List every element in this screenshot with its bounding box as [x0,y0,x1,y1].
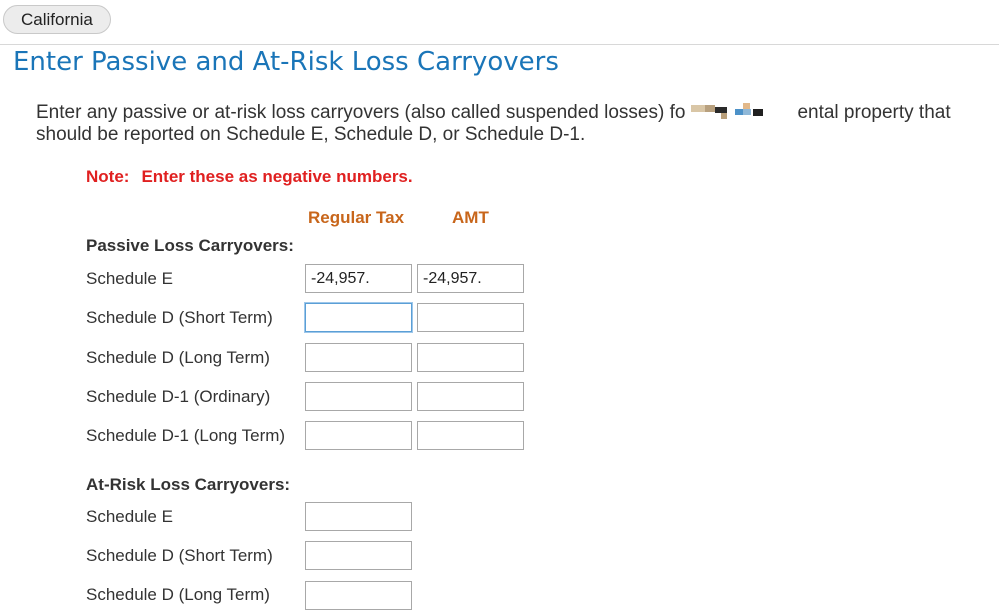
instructions-line-1-end: ental property that [797,102,951,123]
negative-numbers-note: Note: Enter these as negative numbers. [86,167,413,187]
note-text: Enter these as negative numbers. [141,167,413,186]
instructions-line-1-start: Enter any passive or at-risk loss carryo… [36,102,686,123]
passive-schedule-d1-long-regular-input[interactable] [305,421,412,450]
passive-schedule-d-short-regular-input[interactable] [305,303,412,332]
at-risk-schedule-d-long-regular-input[interactable] [305,581,412,610]
state-tab-california[interactable]: California [3,5,111,34]
passive-schedule-d-long-label: Schedule D (Long Term) [86,348,270,367]
at-risk-schedule-e-regular-input[interactable] [305,502,412,531]
at-risk-schedule-e-label: Schedule E [86,507,173,526]
passive-schedule-d1-ordinary-amt-input[interactable] [417,382,524,411]
passive-schedule-d1-long-amt-input[interactable] [417,421,524,450]
page-title: Enter Passive and At-Risk Loss Carryover… [13,47,559,77]
passive-schedule-d-long-regular-input[interactable] [305,343,412,372]
amt-column-heading: AMT [452,208,489,227]
at-risk-schedule-d-short-label: Schedule D (Short Term) [86,546,273,565]
redacted-property-name [691,101,791,121]
passive-schedule-d-short-label: Schedule D (Short Term) [86,308,273,327]
at-risk-schedule-d-short-regular-input[interactable] [305,541,412,570]
passive-schedule-d1-ordinary-regular-input[interactable] [305,382,412,411]
regular-tax-column-heading: Regular Tax [308,208,405,227]
passive-schedule-e-regular-input[interactable] [305,264,412,293]
at-risk-loss-heading: At-Risk Loss Carryovers: [86,475,291,494]
instructions-text: Enter any passive or at-risk loss carryo… [36,101,981,146]
at-risk-schedule-d-long-label: Schedule D (Long Term) [86,585,270,604]
passive-schedule-d1-ordinary-label: Schedule D-1 (Ordinary) [86,387,271,406]
passive-schedule-d1-long-label: Schedule D-1 (Long Term) [86,426,286,445]
passive-schedule-e-amt-input[interactable] [417,264,524,293]
instructions-line-2: should be reported on Schedule E, Schedu… [36,124,586,145]
note-label: Note: [86,167,130,186]
instructions-line-1: Enter any passive or at-risk loss carryo… [36,101,981,124]
loss-carryover-page: California Enter Passive and At-Risk Los… [0,0,999,610]
passive-schedule-e-label: Schedule E [86,269,173,288]
passive-schedule-d-long-amt-input[interactable] [417,343,524,372]
passive-schedule-d-short-amt-input[interactable] [417,303,524,332]
passive-loss-heading: Passive Loss Carryovers: [86,236,294,255]
